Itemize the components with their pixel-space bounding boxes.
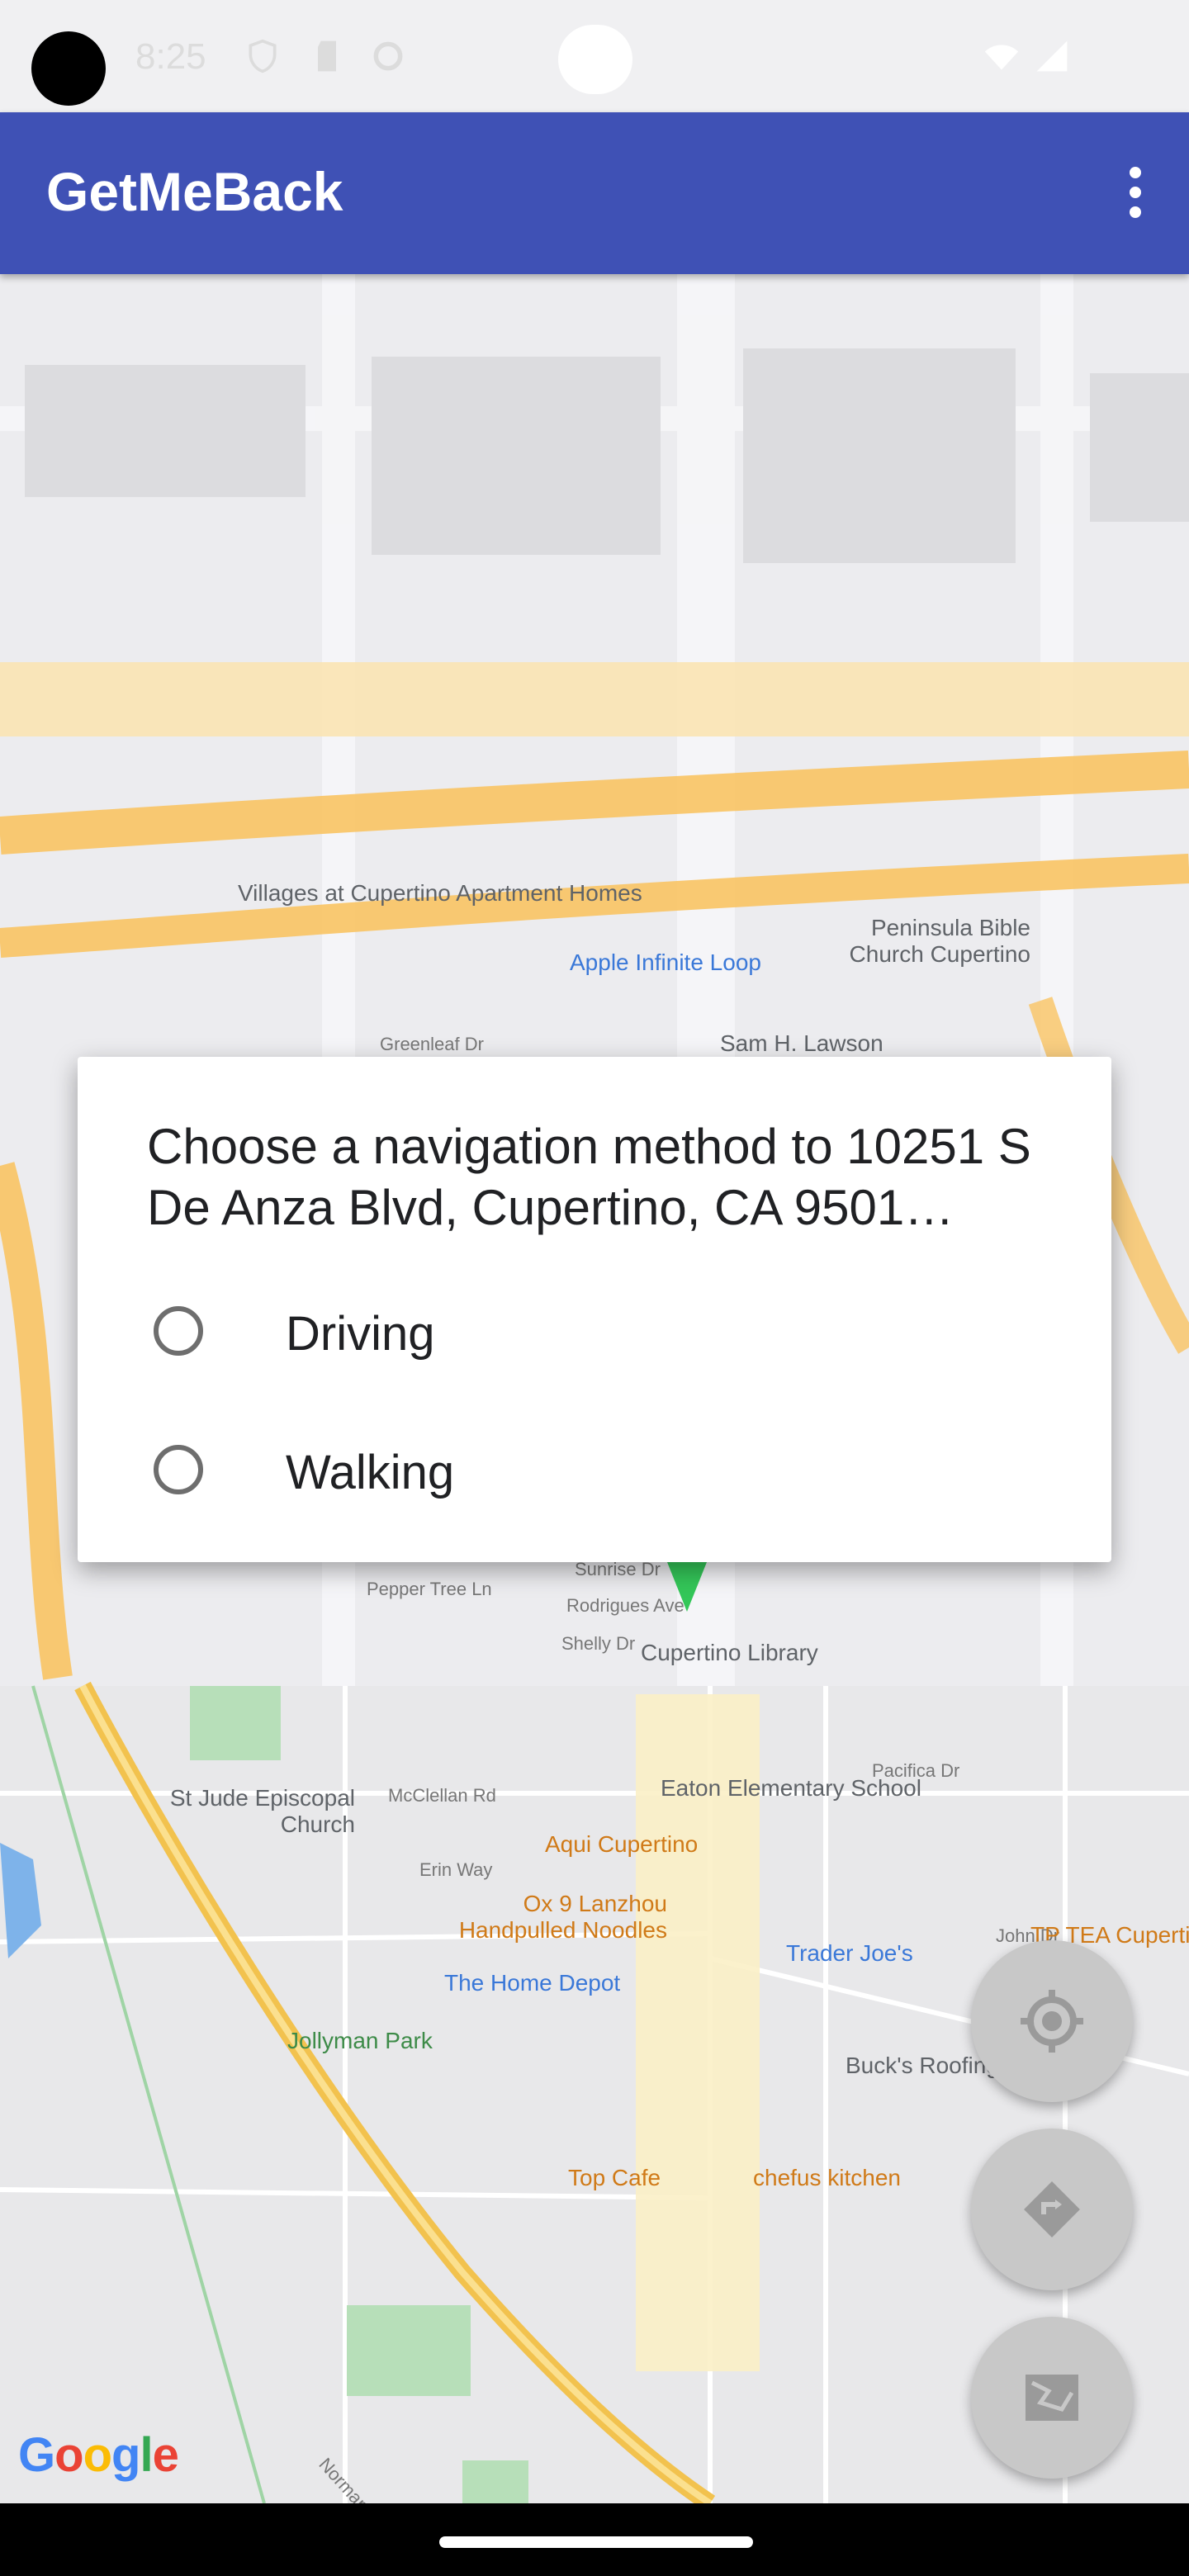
place-label[interactable]: chefus kitchen xyxy=(753,2165,901,2191)
place-label[interactable]: Top Cafe xyxy=(568,2165,661,2191)
app-bar: GetMeBack xyxy=(0,112,1189,274)
place-label[interactable]: Aqui Cupertino xyxy=(545,1831,698,1858)
google-logo: Google xyxy=(18,2428,179,2482)
shield-icon xyxy=(249,39,277,73)
place-label[interactable]: The Home Depot xyxy=(444,1970,620,1996)
option-walking[interactable]: Walking xyxy=(78,1404,1111,1542)
status-time: 8:25 xyxy=(135,36,206,77)
place-label[interactable]: Trader Joe's xyxy=(786,1940,913,1967)
option-driving[interactable]: Driving xyxy=(78,1265,1111,1404)
option-label: Driving xyxy=(286,1307,435,1361)
option-label: Walking xyxy=(286,1446,455,1499)
sd-card-icon xyxy=(318,40,336,72)
status-bar: 8:25 xyxy=(0,0,1189,112)
more-vert-icon[interactable] xyxy=(1110,155,1159,230)
system-nav-bar xyxy=(0,2503,1189,2576)
radio-button[interactable] xyxy=(154,1306,203,1356)
place-label[interactable]: St Jude Episcopal Church xyxy=(165,1785,355,1838)
status-pill xyxy=(558,25,632,94)
navigation-method-dialog: Choose a navigation method to 10251 S De… xyxy=(78,1057,1111,1562)
app-title: GetMeBack xyxy=(46,161,343,222)
home-handle[interactable] xyxy=(439,2536,753,2548)
place-label[interactable]: Jollyman Park xyxy=(287,2028,433,2054)
road-label: Pacifica Dr xyxy=(872,1760,960,1781)
radio-button[interactable] xyxy=(154,1445,203,1494)
road-label: Erin Way xyxy=(419,1859,493,1880)
wifi-icon xyxy=(984,45,1019,70)
place-label[interactable]: Ox 9 Lanzhou Handpulled Noodles xyxy=(452,1891,667,1944)
dialog-title: Choose a navigation method to 10251 S De… xyxy=(147,1119,1031,1235)
sync-icon xyxy=(373,41,403,71)
map-layers-icon xyxy=(1026,2375,1078,2421)
road-label: McClellan Rd xyxy=(388,1785,496,1806)
directions-button[interactable] xyxy=(971,2129,1133,2290)
my-location-button[interactable] xyxy=(971,1940,1133,2102)
camera-cutout xyxy=(31,31,106,106)
directions-icon xyxy=(1024,2181,1080,2237)
cell-signal-icon xyxy=(1036,40,1068,72)
my-location-icon xyxy=(1021,1990,1083,2053)
map-layers-button[interactable] xyxy=(971,2317,1133,2479)
